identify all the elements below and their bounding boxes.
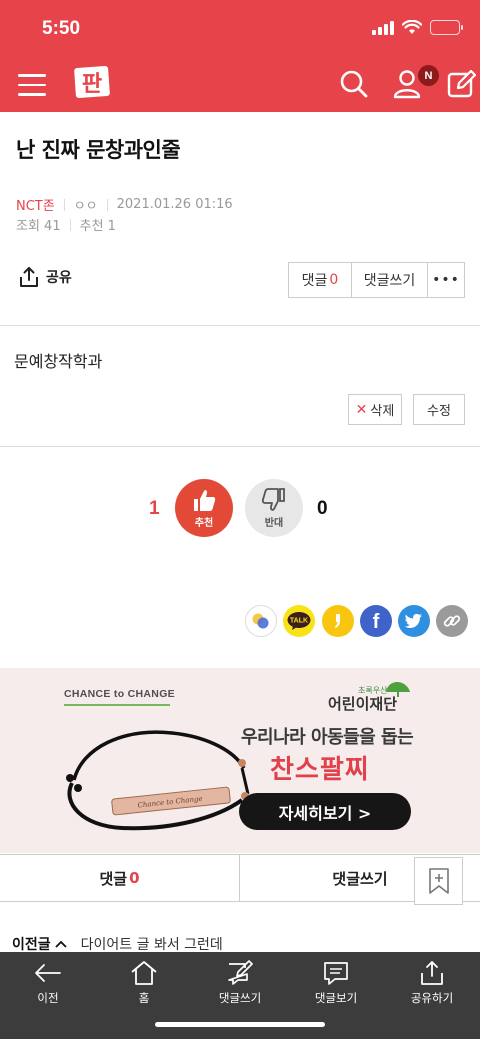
toolbar-home[interactable]: 홈 — [104, 960, 184, 1006]
pann-logo[interactable]: 판 — [72, 64, 112, 100]
downvote-count: 0 — [317, 498, 328, 519]
divider — [106, 198, 108, 211]
write-comment-button[interactable]: 댓글쓰기 — [352, 263, 428, 297]
toolbar-share-label: 공유하기 — [410, 991, 454, 1005]
toolbar-view-comments-label: 댓글보기 — [314, 991, 358, 1005]
banner-brand: CHANCE to CHANGE — [64, 688, 175, 700]
banner-headline: 우리나라 아동들을 돕는 — [241, 727, 414, 748]
divider — [69, 218, 71, 231]
upvote-count: 1 — [149, 498, 160, 519]
toolbar-write-comment[interactable]: 댓글쓰기 — [200, 960, 280, 1006]
edit-button[interactable]: 수정 — [413, 394, 465, 425]
post-action-group: 댓글 0 댓글쓰기 ••• — [288, 262, 465, 298]
facebook-icon[interactable]: f — [360, 605, 392, 637]
more-options-button[interactable]: ••• — [428, 263, 464, 297]
downvote-button[interactable]: 반대 — [245, 479, 303, 537]
bracelet-image: Chance to Change — [66, 730, 250, 831]
post-author: ㅇㅇ — [73, 199, 98, 214]
app-header: 5:50 판 N — [0, 0, 480, 112]
delete-button[interactable]: ✕ 삭제 — [348, 394, 402, 425]
banner-cta-button[interactable]: 자세히보기 > — [239, 793, 411, 830]
comments-tab-count: 0 — [129, 869, 140, 887]
divider — [0, 446, 480, 447]
post-stats: 조회 41 추천 1 — [16, 215, 116, 234]
banner-brand-underline — [64, 704, 170, 706]
search-icon[interactable] — [338, 68, 370, 100]
bird-glyph — [404, 613, 422, 628]
notification-badge[interactable]: N — [418, 65, 439, 86]
toolbar-share[interactable]: 공유하기 — [392, 960, 472, 1006]
view-count: 조회 41 — [16, 219, 61, 234]
logo-text: 판 — [82, 72, 102, 97]
thumbs-up-icon — [194, 490, 216, 511]
comment-bar: 댓글 0 댓글쓰기 — [0, 854, 480, 902]
write-post-icon[interactable] — [446, 68, 478, 100]
board-link[interactable]: NCT존 — [16, 195, 55, 214]
upvote-button[interactable]: 추천 — [175, 479, 233, 537]
umbrella-icon — [386, 682, 410, 697]
upvote-label: 추천 — [194, 518, 214, 529]
comments-tab[interactable]: 댓글 0 — [0, 855, 240, 901]
toolbar-home-label: 홈 — [138, 991, 150, 1005]
comments-button[interactable]: 댓글 0 — [289, 263, 352, 297]
twitter-icon[interactable] — [398, 605, 430, 637]
delete-label: 삭제 — [370, 404, 395, 419]
post-body: 문예창작학과 — [14, 352, 103, 371]
previous-post-link[interactable]: 이전글 다이어트 글 봐서 그런데 — [12, 934, 223, 954]
divider — [63, 198, 65, 211]
naver-band-icon[interactable] — [245, 605, 277, 637]
write-comment-icon — [228, 960, 253, 985]
comments-icon — [324, 962, 348, 985]
post-title: 난 진짜 문창과인줄 — [16, 138, 181, 162]
comments-count: 0 — [329, 272, 339, 288]
status-icons — [372, 20, 463, 35]
band-glyph — [252, 613, 269, 629]
battery-icon — [430, 20, 463, 35]
facebook-glyph: f — [372, 611, 380, 633]
post-meta: NCT존 ㅇㅇ 2021.01.26 01:16 — [16, 195, 233, 214]
share-icon — [421, 961, 443, 985]
toolbar-back-label: 이전 — [37, 991, 59, 1005]
recommend-count: 추천 1 — [79, 219, 116, 234]
arrow-left-icon — [35, 964, 61, 982]
share-label: 공유 — [46, 270, 72, 286]
divider — [0, 325, 480, 326]
ad-banner[interactable]: CHANCE to CHANGE 초록우산 어린이재단 Chance to Ch… — [0, 668, 480, 853]
status-time: 5:50 — [42, 18, 81, 39]
menu-button[interactable] — [18, 74, 46, 96]
home-icon — [131, 961, 157, 985]
toolbar-write-comment-label: 댓글쓰기 — [218, 991, 262, 1005]
share-icon — [20, 267, 38, 287]
bookmark-add-icon — [428, 868, 449, 894]
chain-glyph — [443, 615, 461, 627]
post-datetime: 2021.01.26 01:16 — [116, 197, 233, 212]
chevron-up-icon — [55, 940, 67, 948]
comments-tab-label: 댓글 — [99, 869, 128, 888]
kakaostory-icon[interactable] — [322, 605, 354, 637]
wifi-icon — [402, 20, 422, 34]
comments-label: 댓글 — [301, 273, 328, 289]
close-icon: ✕ — [355, 401, 368, 418]
link-icon[interactable] — [436, 605, 468, 637]
talk-text: TALK — [290, 618, 308, 625]
banner-product: 찬스팔찌 — [270, 755, 370, 785]
previous-post-label: 이전글 — [12, 937, 51, 953]
toolbar-view-comments[interactable]: 댓글보기 — [296, 960, 376, 1006]
bookmark-button[interactable] — [414, 857, 463, 905]
kakaotalk-icon[interactable]: TALK — [283, 605, 315, 637]
previous-post-title: 다이어트 글 봐서 그런데 — [80, 937, 223, 953]
signal-icon — [372, 20, 394, 35]
downvote-label: 반대 — [264, 518, 284, 529]
toolbar-back[interactable]: 이전 — [8, 960, 88, 1006]
kakaotalk-glyph: TALK — [287, 612, 311, 630]
kakaostory-glyph — [335, 614, 340, 628]
share-button[interactable]: 공유 — [18, 266, 72, 288]
home-indicator — [155, 1022, 325, 1027]
thumbs-down-icon — [261, 488, 285, 511]
